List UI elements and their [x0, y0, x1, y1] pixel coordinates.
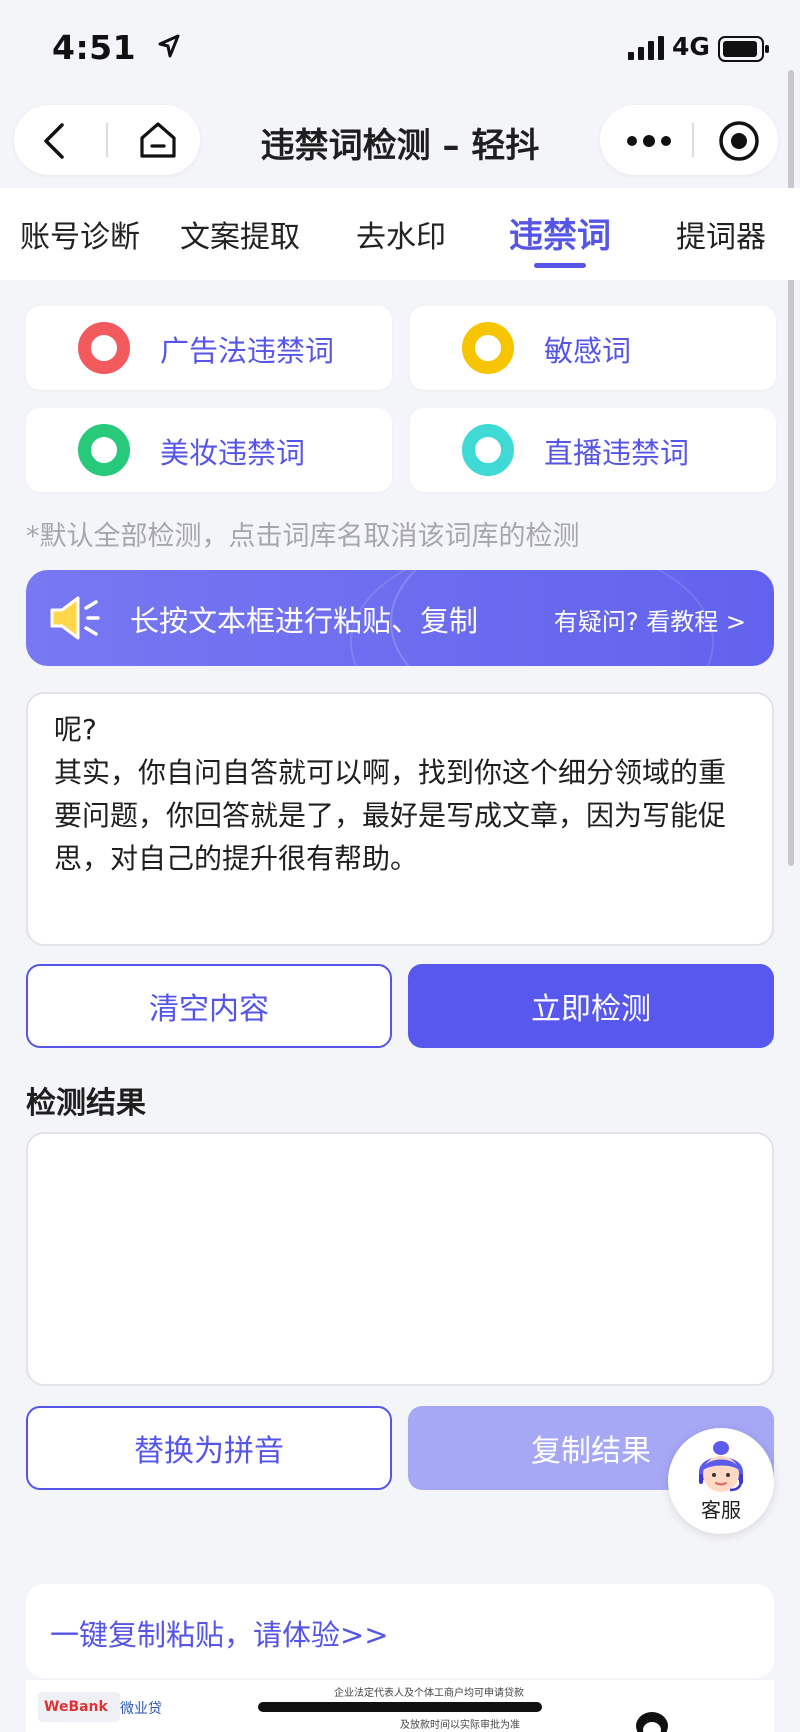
tab-active-indicator: [534, 263, 586, 268]
ring-green-icon: [78, 424, 130, 476]
capsule-divider: [106, 123, 108, 157]
library-ad-law[interactable]: 广告法违禁词: [26, 306, 392, 390]
ring-cyan-icon: [462, 424, 514, 476]
ad-brand: 微业贷: [120, 1701, 162, 1717]
home-indicator: [258, 1702, 542, 1712]
ad-text-line: 及放款时间以实际审批为准: [400, 1720, 520, 1731]
tutorial-banner[interactable]: 长按文本框进行粘贴、复制 有疑问? 看教程 >: [26, 570, 774, 666]
back-chevron-icon[interactable]: [38, 122, 68, 160]
tab-remove-watermark[interactable]: 去水印: [356, 212, 446, 256]
library-label: 直播违禁词: [544, 436, 690, 470]
cellular-signal-icon: [628, 36, 664, 60]
library-sensitive[interactable]: 敏感词: [410, 306, 776, 390]
close-miniprogram-icon[interactable]: [718, 120, 760, 162]
home-icon[interactable]: [138, 120, 178, 160]
library-livestream[interactable]: 直播违禁词: [410, 408, 776, 492]
clear-content-button[interactable]: 清空内容: [26, 964, 392, 1048]
library-label: 美妆违禁词: [160, 436, 306, 470]
speaker-icon: [50, 596, 100, 640]
result-title: 检测结果: [26, 1086, 146, 1121]
replace-pinyin-button[interactable]: 替换为拼音: [26, 1406, 392, 1490]
promo-link[interactable]: 一键复制粘贴，请体验>>: [50, 1612, 389, 1654]
content-textarea[interactable]: 呢? 其实，你自问自答就可以啊，找到你这个细分领域的重要问题，你回答就是了，最好…: [26, 692, 774, 946]
tab-banned-words[interactable]: 违禁词: [509, 208, 611, 257]
webank-logo: WeBank: [38, 1692, 120, 1722]
textarea-content: 呢? 其实，你自问自答就可以啊，找到你这个细分领域的重要问题，你回答就是了，最好…: [54, 713, 727, 875]
page-title: 违禁词检测 – 轻抖: [260, 126, 540, 166]
more-dots-icon[interactable]: [626, 128, 672, 154]
tab-account-diagnosis[interactable]: 账号诊断: [20, 212, 140, 256]
detection-hint: *默认全部检测，点击词库名取消该词库的检测: [26, 521, 580, 552]
location-arrow-icon: [158, 34, 180, 58]
library-label: 广告法违禁词: [160, 334, 335, 368]
result-box[interactable]: [26, 1132, 774, 1386]
ring-red-icon: [78, 322, 130, 374]
library-label: 敏感词: [544, 334, 632, 368]
ring-yellow-icon: [462, 322, 514, 374]
capsule-divider: [692, 123, 694, 157]
battery-icon: [718, 36, 769, 62]
tab-teleprompter[interactable]: 提词器: [676, 212, 766, 256]
status-time: 4:51: [52, 28, 137, 67]
tab-copy-extract[interactable]: 文案提取: [180, 212, 300, 256]
network-type: 4G: [672, 32, 710, 61]
banner-text: 长按文本框进行粘贴、复制: [130, 604, 479, 638]
customer-service-label: 客服: [701, 1498, 741, 1522]
customer-service-avatar-icon: [699, 1441, 743, 1492]
tutorial-link[interactable]: 有疑问? 看教程 >: [554, 602, 746, 637]
detect-now-button[interactable]: 立即检测: [408, 964, 774, 1048]
promo-card[interactable]: 一键复制粘贴，请体验>>: [26, 1584, 774, 1678]
customer-service-button[interactable]: 客服: [668, 1428, 774, 1534]
ad-text-line: 企业法定代表人及个体工商户均可申请贷款: [334, 1688, 524, 1699]
library-beauty[interactable]: 美妆违禁词: [26, 408, 392, 492]
tab-bar: 账号诊断 文案提取 去水印 违禁词 提词器: [0, 188, 800, 280]
penguin-icon: [636, 1712, 668, 1732]
